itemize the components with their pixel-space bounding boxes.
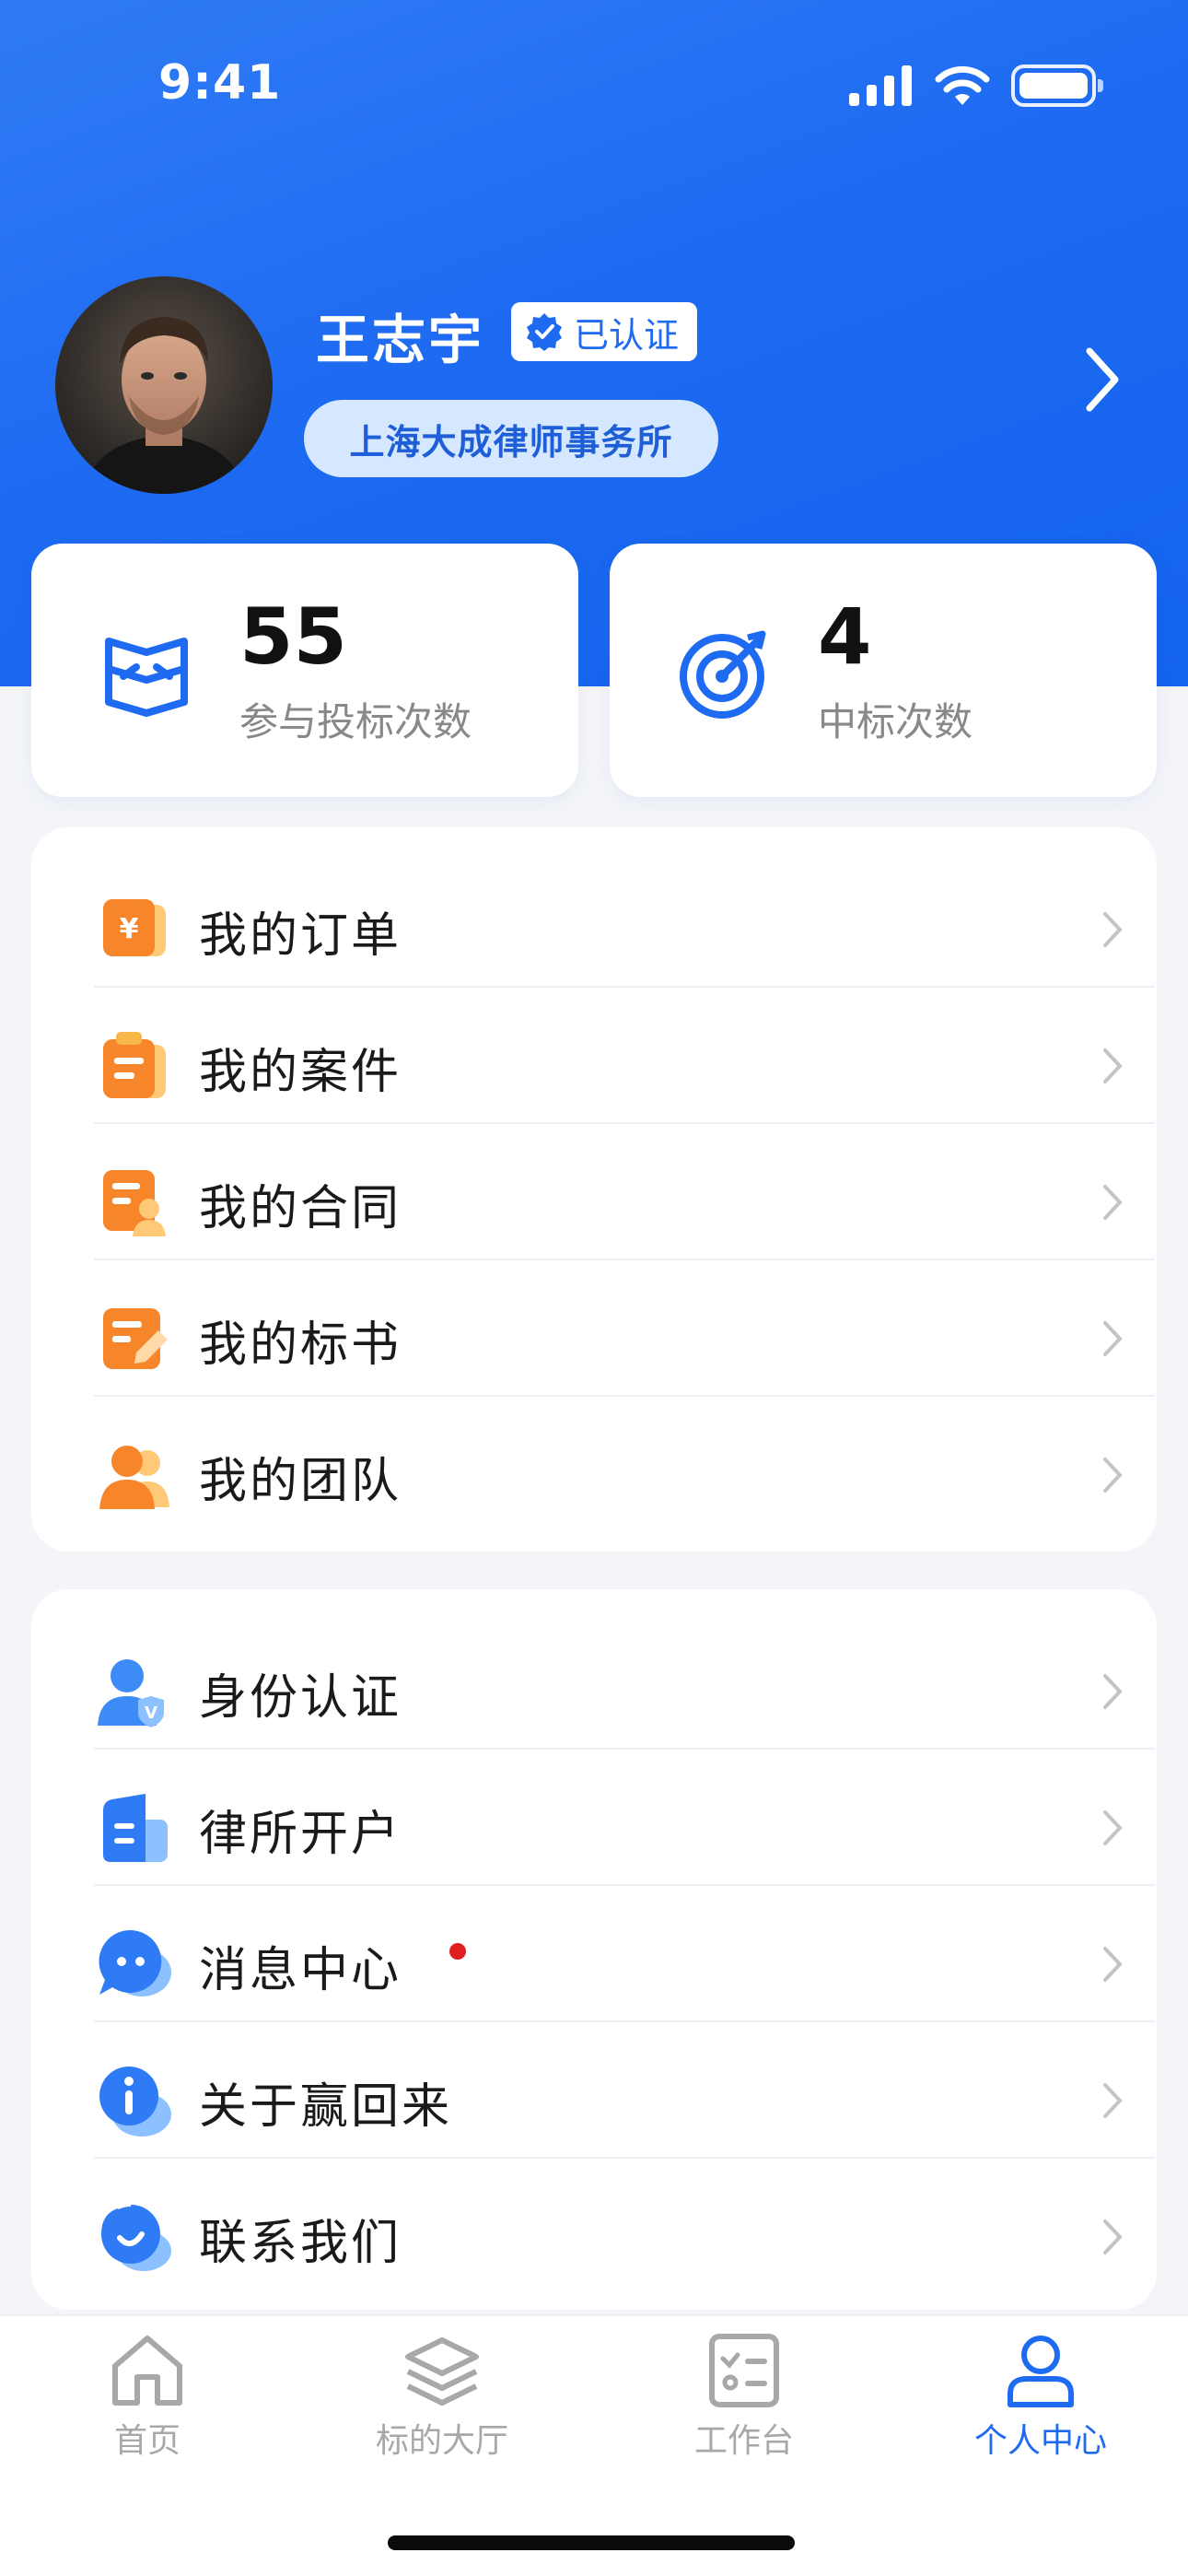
avatar[interactable] <box>55 276 273 494</box>
tab-label: 首页 <box>113 2422 181 2460</box>
menu-label: 我的案件 <box>199 1044 402 1100</box>
chevron-right-icon <box>1103 1458 1123 1493</box>
chevron-right-icon <box>1103 2083 1123 2118</box>
stat-card-wins[interactable]: 4 中标次数 <box>610 544 1157 797</box>
person-icon <box>1007 2336 1074 2407</box>
tab-label: 个人中心 <box>973 2422 1107 2460</box>
menu-label: 身份认证 <box>199 1669 402 1726</box>
stat-bids-label: 参与投标次数 <box>239 699 472 744</box>
signal-icon <box>849 65 912 106</box>
law-firm-name: 上海大成律师事务所 <box>349 421 673 463</box>
message-icon <box>99 1929 171 1996</box>
menu-label: 我的合同 <box>199 1180 402 1236</box>
stat-wins-value: 4 <box>818 591 872 682</box>
status-icons <box>849 64 1103 107</box>
verified-label: 已认证 <box>574 314 680 356</box>
wifi-icon <box>935 65 990 105</box>
menu-item-contracts[interactable]: 我的合同 <box>63 1135 1155 1271</box>
contract-icon <box>103 1170 166 1236</box>
chevron-right-icon <box>1103 1810 1123 1845</box>
menu-label: 关于赢回来 <box>199 2078 453 2135</box>
stat-card-bids[interactable]: 55 参与投标次数 <box>31 544 578 797</box>
chevron-right-icon <box>1103 1947 1123 1982</box>
layers-icon <box>405 2337 479 2406</box>
verified-icon <box>527 313 562 351</box>
verified-badge: 已认证 <box>511 302 698 361</box>
stat-bids-value: 55 <box>239 591 347 682</box>
home-icon <box>112 2336 182 2406</box>
menu-label: 我的订单 <box>199 907 402 964</box>
menu-item-messages[interactable]: 消息中心 <box>63 1897 1155 2033</box>
info-icon <box>99 2067 171 2137</box>
menu-label: 联系我们 <box>199 2215 402 2271</box>
menu-label: 消息中心 <box>199 1942 402 1998</box>
tab-label: 工作台 <box>693 2422 794 2460</box>
chevron-right-icon <box>1103 912 1123 947</box>
order-icon: ¥ <box>103 899 166 956</box>
chevron-right-icon <box>1103 1048 1123 1083</box>
menu-item-team[interactable]: 我的团队 <box>63 1408 1155 1544</box>
target-icon <box>680 630 766 719</box>
svg-text:V: V <box>145 1704 157 1723</box>
chevron-right-icon <box>1103 1321 1123 1356</box>
battery-icon <box>1011 64 1103 107</box>
bid-icon <box>105 638 188 717</box>
law-firm-tag: 上海大成律师事务所 <box>304 400 718 477</box>
case-icon <box>103 1032 166 1098</box>
building-icon <box>103 1794 168 1862</box>
status-time: 9:41 <box>158 55 282 111</box>
unread-badge <box>449 1943 466 1960</box>
home-indicator <box>388 2535 795 2550</box>
checklist-icon <box>709 2334 779 2407</box>
tab-workbench[interactable]: 工作台 <box>652 2333 836 2462</box>
menu-label: 我的标书 <box>199 1317 402 1373</box>
menu-item-orders[interactable]: ¥ 我的订单 <box>63 862 1155 999</box>
business-menu: ¥ 我的订单 我的案件 我的合同 我的标书 我的团队 <box>31 827 1157 1551</box>
tab-label: 标的大厅 <box>375 2422 508 2460</box>
menu-item-about[interactable]: 关于赢回来 <box>63 2033 1155 2170</box>
user-name: 王志宇 <box>316 309 485 371</box>
stat-wins-label: 中标次数 <box>818 699 973 744</box>
menu-item-cases[interactable]: 我的案件 <box>63 999 1155 1135</box>
menu-item-contact[interactable]: 联系我们 <box>63 2170 1155 2306</box>
menu-item-firm-account[interactable]: 律所开户 <box>63 1761 1155 1897</box>
tab-profile[interactable]: 个人中心 <box>949 2333 1133 2462</box>
tender-icon <box>103 1308 168 1369</box>
chevron-right-icon[interactable] <box>1082 345 1123 414</box>
chevron-right-icon <box>1103 1185 1123 1220</box>
tab-home[interactable]: 首页 <box>55 2333 239 2462</box>
contact-icon <box>101 2205 171 2271</box>
team-icon <box>99 1446 169 1509</box>
identity-icon: V <box>98 1659 164 1727</box>
chevron-right-icon <box>1103 2219 1123 2254</box>
menu-item-tenders[interactable]: 我的标书 <box>63 1271 1155 1408</box>
menu-label: 律所开户 <box>199 1806 402 1862</box>
chevron-right-icon <box>1103 1674 1123 1709</box>
tab-bid-hall[interactable]: 标的大厅 <box>350 2333 534 2462</box>
menu-label: 我的团队 <box>199 1453 402 1509</box>
svg-text:¥: ¥ <box>120 913 139 945</box>
menu-item-identity[interactable]: V 身份认证 <box>63 1624 1155 1761</box>
account-menu: V 身份认证 律所开户 消息中心 关于赢回来 联系我们 <box>31 1589 1157 2310</box>
